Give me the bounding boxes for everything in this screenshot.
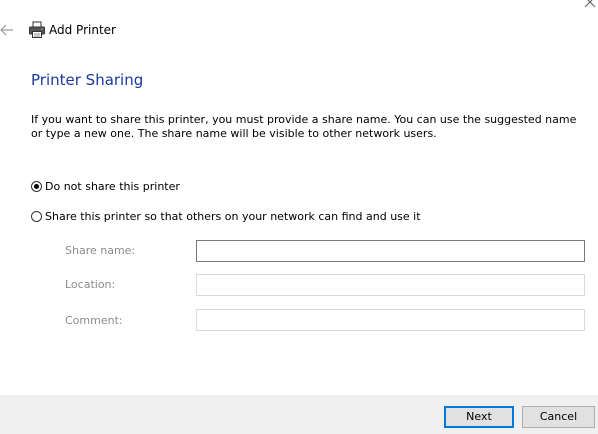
location-input[interactable]	[196, 274, 585, 296]
page-heading: Printer Sharing	[31, 71, 144, 89]
radio-button-unselected[interactable]	[31, 211, 42, 222]
comment-label: Comment:	[65, 314, 123, 327]
radio-button-selected[interactable]	[31, 181, 42, 192]
cancel-button[interactable]: Cancel	[522, 406, 595, 428]
next-button[interactable]: Next	[444, 406, 514, 428]
radio-do-not-share[interactable]: Do not share this printer	[31, 180, 180, 193]
comment-input[interactable]	[196, 309, 585, 331]
share-name-label: Share name:	[65, 244, 136, 257]
location-label: Location:	[65, 278, 116, 291]
dialog-title: Add Printer	[49, 23, 116, 37]
back-arrow-icon[interactable]	[0, 23, 14, 37]
share-name-input[interactable]	[196, 240, 585, 262]
sharing-description: If you want to share this printer, you m…	[31, 113, 577, 140]
radio-share-printer[interactable]: Share this printer so that others on you…	[31, 210, 421, 223]
add-printer-dialog: Add Printer Printer Sharing If you want …	[0, 0, 598, 434]
radio-label-share-printer: Share this printer so that others on you…	[45, 210, 421, 223]
radio-label-do-not-share: Do not share this printer	[45, 180, 180, 193]
close-icon[interactable]	[584, 0, 596, 8]
printer-icon	[29, 21, 45, 38]
